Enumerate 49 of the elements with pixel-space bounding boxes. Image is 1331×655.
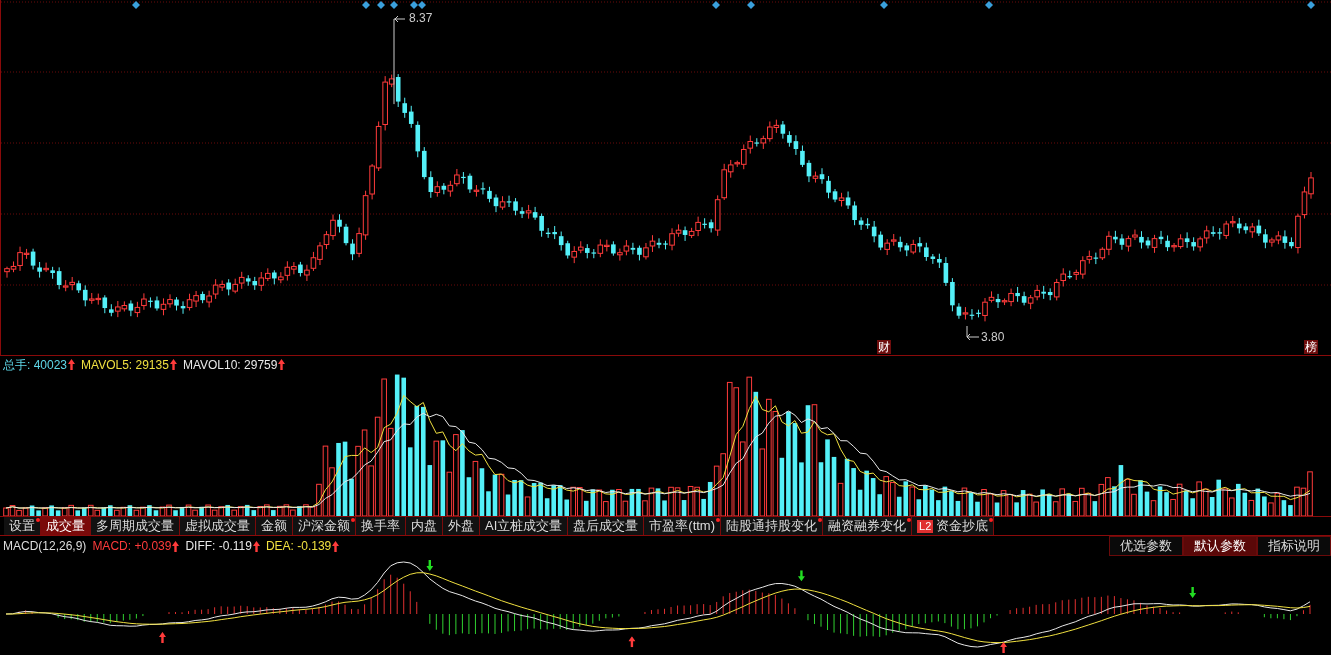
indicator-value: DEA: -0.139 (265, 538, 332, 555)
high-price-label: 8.37 (409, 12, 433, 24)
up-arrow-icon (628, 636, 636, 648)
indicator-tab[interactable]: 金额 (256, 517, 293, 535)
down-arrow-icon (1189, 587, 1197, 599)
indicator-tab[interactable]: 成交量 (41, 517, 91, 535)
marker-tag: 财 (877, 340, 891, 354)
indicator-value: 总手: 40023 (3, 356, 68, 374)
parameter-button[interactable]: 指标说明 (1257, 536, 1331, 556)
indicator-tab[interactable]: 内盘 (406, 517, 443, 535)
indicator-tab[interactable]: 融资融券变化 (823, 517, 912, 535)
indicator-value: DIFF: -0.119 (185, 538, 252, 555)
indicator-value: MAVOL10: 29759 (182, 356, 278, 374)
indicator-tab[interactable]: L2 资金抄底 (912, 517, 995, 535)
indicator-tab[interactable]: 换手率 (356, 517, 406, 535)
indicator-tab[interactable]: AI立桩成交量 (480, 517, 569, 535)
indicator-tab[interactable]: 外盘 (443, 517, 480, 535)
indicator-value: MACD: +0.039 (92, 538, 172, 555)
up-arrow-icon (169, 359, 177, 370)
up-arrow-icon (68, 359, 76, 370)
indicator-value: MAVOL5: 29135 (81, 356, 169, 374)
level2-badge: L2 (917, 519, 934, 533)
leader-line (966, 325, 980, 341)
parameter-button[interactable]: 优选参数 (1109, 536, 1183, 556)
up-arrow-icon (252, 540, 260, 552)
marker-tag: 榜 (1304, 340, 1318, 354)
indicator-tab[interactable]: 虚拟成交量 (180, 517, 256, 535)
parameter-button[interactable]: 默认参数 (1183, 536, 1257, 556)
indicator-tab[interactable]: 盘后成交量 (568, 517, 645, 535)
diamond-icon (712, 1, 720, 9)
diamond-icon (747, 1, 755, 9)
low-price-label: 3.80 (981, 331, 1005, 343)
indicator-name: MACD(12,26,9) (3, 538, 87, 555)
diamond-icon (880, 1, 888, 9)
up-arrow-icon (1000, 642, 1008, 653)
up-arrow-icon (332, 540, 340, 552)
indicator-tab[interactable]: 陆股通持股变化 (721, 517, 823, 535)
indicator-tab[interactable]: 多周期成交量 (91, 517, 180, 535)
down-arrow-icon (797, 570, 805, 582)
up-arrow-icon (278, 359, 286, 370)
diamond-icon (985, 1, 993, 9)
down-arrow-icon (426, 559, 434, 571)
up-arrow-icon (172, 540, 180, 552)
diamond-icon (132, 1, 140, 9)
diamond-icon (1307, 1, 1315, 9)
indicator-tab[interactable]: 沪深金额 (293, 517, 356, 535)
indicator-tab[interactable]: 设置 (4, 517, 41, 535)
up-arrow-icon (159, 631, 166, 643)
indicator-tab[interactable]: 市盈率(ttm) (644, 517, 721, 535)
